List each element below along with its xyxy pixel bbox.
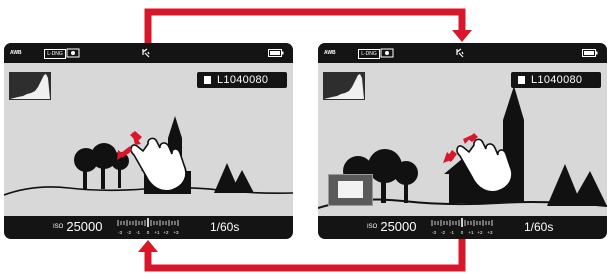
stabilization-icon	[456, 48, 464, 58]
stabilization-icon	[142, 48, 150, 58]
battery-icon	[582, 49, 598, 57]
top-status-bar: AWB L-DNG	[4, 43, 293, 63]
metering-icon	[66, 48, 80, 58]
histogram	[323, 72, 365, 100]
zoom-viewport-indicator	[338, 181, 363, 198]
format-indicator: L-DNG	[44, 49, 66, 59]
battery-icon	[268, 49, 284, 57]
awb-indicator: AWB	[324, 50, 336, 56]
top-arrowhead	[452, 30, 472, 42]
scale-label: +3	[487, 230, 493, 235]
scale-label: -1	[450, 230, 454, 235]
scale-label: 0	[147, 230, 150, 235]
bottom-flow-arrow	[144, 239, 466, 272]
iso-number: 25000	[380, 218, 417, 234]
scale-label: +2	[477, 230, 483, 235]
shutter-speed: 1/60s	[524, 220, 553, 235]
scale-label: +1	[154, 230, 160, 235]
bottom-arrowhead	[138, 240, 158, 252]
camera-display-zoomed-out: AWB L-DNG L1040080 ISO 25000 -3 -2 -1 0 …	[4, 43, 293, 239]
scale-label: -2	[441, 230, 445, 235]
top-status-bar: AWB L-DNG	[318, 43, 607, 63]
exposure-scale: -3 -2 -1 0 +1 +2 +3	[431, 218, 493, 235]
trees	[74, 143, 129, 189]
metering-icon	[380, 48, 394, 58]
iso-number: 25000	[66, 218, 103, 234]
pine-trees	[547, 164, 607, 206]
filename: L1040080	[217, 74, 269, 86]
top-flow-arrow	[144, 8, 466, 43]
file-info-label: L1040080	[511, 72, 601, 88]
format-indicator: L-DNG	[358, 49, 380, 59]
pine-trees	[214, 163, 254, 193]
sd-card-icon	[518, 76, 525, 84]
iso-label: ISO	[367, 224, 378, 230]
scale-label: -3	[118, 230, 122, 235]
bottom-exposure-bar: ISO 25000 -3 -2 -1 0 +1 +2 +3 1/60s	[318, 216, 607, 239]
shutter-suffix: s	[547, 220, 554, 234]
shutter-suffix: s	[233, 220, 240, 234]
iso-value: ISO 25000	[53, 219, 103, 235]
zoom-navigation-box	[328, 174, 373, 206]
scale-label: +2	[163, 230, 169, 235]
camera-display-zoomed-in: AWB L-DNG L1040080 ISO 25000 -3 -2 -1 0 …	[318, 43, 607, 239]
scale-label: -1	[136, 230, 140, 235]
filename: L1040080	[531, 74, 583, 86]
scale-label: -3	[432, 230, 436, 235]
bottom-exposure-bar: ISO 25000 -3 -2 -1 0 +1 +2 +3 1/60s	[4, 216, 293, 239]
histogram	[9, 72, 51, 100]
iso-value: ISO 25000	[367, 219, 417, 235]
scale-label: 0	[461, 230, 464, 235]
sd-card-icon	[204, 76, 211, 84]
shutter-value: 1/60	[210, 220, 234, 234]
scale-label: +3	[173, 230, 179, 235]
scale-label: -2	[127, 230, 131, 235]
file-info-label: L1040080	[197, 72, 287, 88]
exposure-scale: -3 -2 -1 0 +1 +2 +3	[117, 218, 179, 235]
shutter-value: 1/60	[524, 220, 548, 234]
awb-indicator: AWB	[10, 50, 22, 56]
iso-label: ISO	[53, 224, 64, 230]
scale-label: +1	[468, 230, 474, 235]
shutter-speed: 1/60s	[210, 220, 239, 235]
